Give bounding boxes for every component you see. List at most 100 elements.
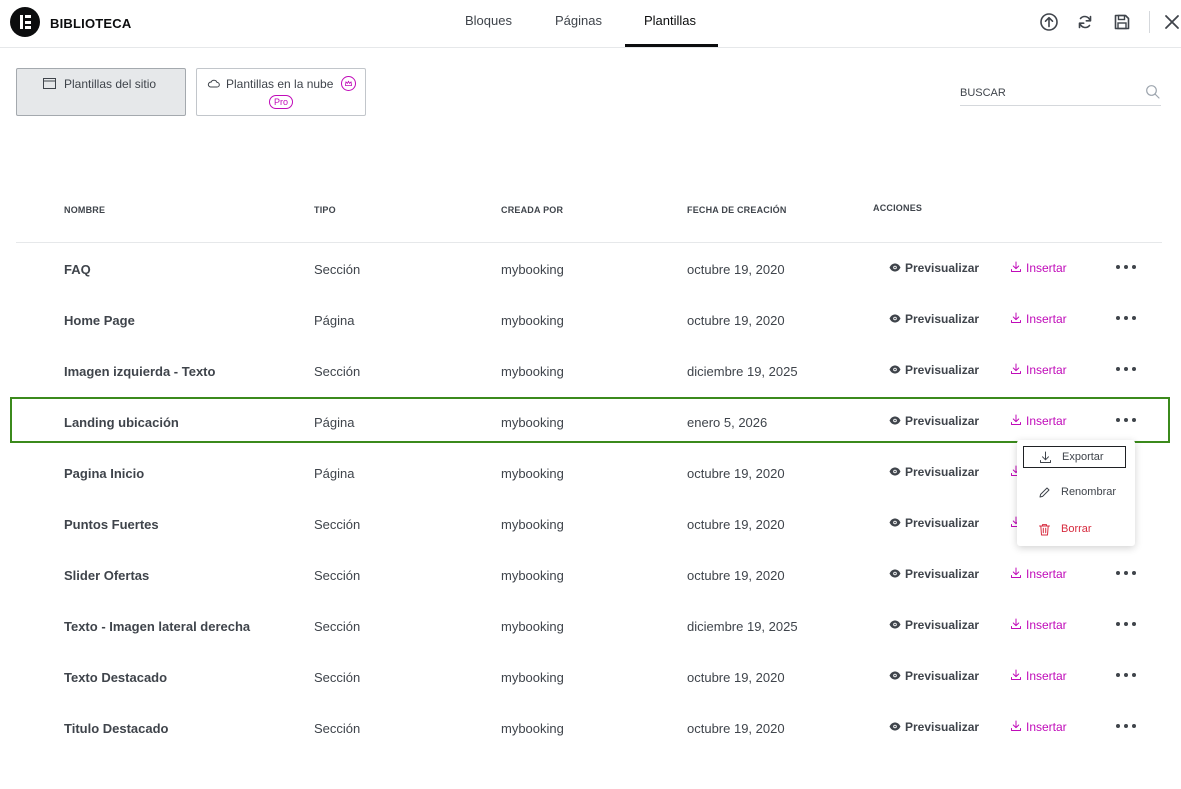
insert-button[interactable]: Insertar [1010, 567, 1067, 585]
template-author: mybooking [501, 568, 564, 583]
preview-button[interactable]: Previsualizar [889, 618, 979, 636]
more-options-icon[interactable] [1115, 362, 1137, 376]
template-type: Página [314, 466, 355, 481]
cloud-templates-button[interactable]: Plantillas en la nube Pro [196, 68, 366, 116]
delete-menu-item[interactable]: Borrar [1023, 519, 1126, 541]
table-row: Puntos Fuertes Sección mybooking octubre 19… [16, 498, 1162, 549]
template-type: Sección [314, 670, 361, 685]
tab-bloques[interactable]: Bloques [465, 13, 512, 47]
table-row: Texto - Imagen lateral derecha Sección myb… [16, 600, 1162, 651]
column-header-type: TIPO [314, 205, 336, 215]
preview-label: Previsualizar [905, 312, 980, 326]
site-templates-label: Plantillas del sitio [64, 77, 157, 91]
preview-label: Previsualizar [905, 618, 980, 632]
search-input[interactable] [960, 84, 1135, 102]
template-name: FAQ [64, 262, 91, 277]
template-type: Sección [314, 517, 361, 532]
preview-label: Previsualizar [905, 363, 980, 377]
insert-button[interactable]: Insertar [1010, 261, 1067, 279]
row-context-menu: Exportar Renombrar Borrar [1017, 440, 1135, 546]
download-icon [1011, 312, 1021, 323]
tab-plantillas[interactable]: Plantillas [644, 13, 696, 47]
download-icon [1040, 451, 1051, 463]
table-row: Home Page Página mybooking octubre 19, 2020… [16, 294, 1162, 345]
preview-button[interactable]: Previsualizar [889, 567, 979, 585]
template-type: Sección [314, 262, 361, 277]
cloud-templates-label: Plantillas en la nube [226, 77, 334, 91]
preview-button[interactable]: Previsualizar [889, 261, 979, 279]
eye-icon [889, 365, 901, 374]
export-label: Exportar [1062, 451, 1104, 463]
download-icon [1011, 567, 1021, 578]
preview-button[interactable]: Previsualizar [889, 516, 979, 534]
save-icon[interactable] [1112, 12, 1132, 32]
template-name: Texto - Imagen lateral derecha [64, 619, 251, 634]
preview-button[interactable]: Previsualizar [889, 669, 979, 687]
eye-icon [889, 620, 901, 629]
sync-icon[interactable] [1075, 12, 1095, 32]
template-type: Sección [314, 721, 361, 736]
download-icon [1011, 669, 1021, 680]
template-author: mybooking [501, 364, 564, 379]
rename-menu-item[interactable]: Renombrar [1023, 482, 1126, 504]
insert-button[interactable]: Insertar [1010, 312, 1067, 330]
template-name: Puntos Fuertes [64, 517, 159, 532]
preview-button[interactable]: Previsualizar [889, 363, 979, 381]
preview-button[interactable]: Previsualizar [889, 465, 979, 483]
eye-icon [889, 263, 901, 272]
search-box [960, 80, 1161, 106]
table-row: Slider Ofertas Sección mybooking octubre 19… [16, 549, 1162, 600]
template-name: Titulo Destacado [64, 721, 169, 736]
search-icon[interactable] [1145, 84, 1161, 100]
preview-label: Previsualizar [905, 465, 980, 479]
export-menu-item[interactable]: Exportar [1023, 446, 1126, 468]
trash-icon [1039, 524, 1050, 536]
template-name: Imagen izquierda - Texto [64, 364, 216, 379]
template-name: Texto Destacado [64, 670, 168, 685]
site-templates-button[interactable]: Plantillas del sitio [16, 68, 186, 116]
template-type: Sección [314, 364, 361, 379]
template-name: Home Page [64, 313, 135, 328]
more-options-icon[interactable] [1115, 719, 1137, 733]
insert-button[interactable]: Insertar [1010, 669, 1067, 687]
insert-button[interactable]: Insertar [1010, 618, 1067, 636]
upload-icon[interactable] [1039, 12, 1059, 32]
close-icon[interactable] [1162, 12, 1181, 32]
more-options-icon[interactable] [1115, 566, 1137, 580]
pro-badge: Pro [269, 95, 294, 109]
template-author: mybooking [501, 517, 564, 532]
insert-label: Insertar [1026, 618, 1067, 632]
delete-label: Borrar [1061, 523, 1092, 535]
download-icon [1011, 363, 1021, 374]
eye-icon [889, 314, 901, 323]
template-author: mybooking [501, 721, 564, 736]
template-name: Pagina Inicio [64, 466, 145, 481]
table-row: Texto Destacado Sección mybooking octubre 1… [16, 651, 1162, 702]
template-type: Sección [314, 619, 361, 634]
download-icon [1011, 720, 1021, 731]
insert-button[interactable]: Insertar [1010, 720, 1067, 738]
more-options-icon[interactable] [1115, 617, 1137, 631]
eye-icon [889, 569, 901, 578]
tab-paginas[interactable]: Páginas [555, 13, 602, 47]
preview-button[interactable]: Previsualizar [889, 312, 979, 330]
column-header-author: CREADA POR [501, 205, 564, 215]
template-author: mybooking [501, 466, 564, 481]
more-options-icon[interactable] [1115, 668, 1137, 682]
eye-icon [889, 671, 901, 680]
template-type: Página [314, 313, 355, 328]
selected-row-highlight [10, 397, 1170, 443]
insert-label: Insertar [1026, 567, 1067, 581]
template-author: mybooking [501, 262, 564, 277]
insert-button[interactable]: Insertar [1010, 363, 1067, 381]
preview-button[interactable]: Previsualizar [889, 720, 979, 738]
template-author: mybooking [501, 619, 564, 634]
header-divider [1149, 11, 1150, 33]
eye-icon [889, 467, 901, 476]
active-tab-indicator [625, 44, 718, 47]
more-options-icon[interactable] [1115, 260, 1137, 274]
template-type: Sección [314, 568, 361, 583]
column-header-name: NOMBRE [64, 205, 106, 215]
more-options-icon[interactable] [1115, 311, 1137, 325]
template-author: mybooking [501, 670, 564, 685]
